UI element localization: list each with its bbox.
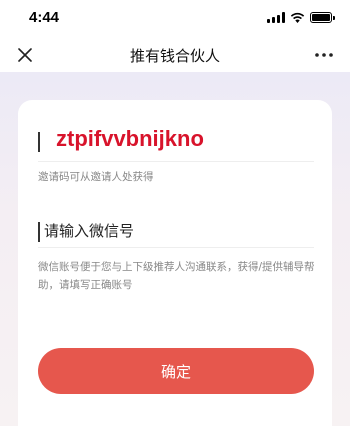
wechat-id-input[interactable]: 请输入微信号 [38, 212, 314, 248]
signal-icon [267, 12, 285, 23]
confirm-button[interactable]: 确定 [38, 348, 314, 394]
more-icon [315, 53, 333, 57]
form-card: ztpifvvbnijkno 邀请码可从邀请人处获得 请输入微信号 微信账号便于… [18, 100, 332, 426]
wechat-id-hint: 微信账号便于您与上下级推荐人沟通联系，获得/提供辅导帮助，请填写正确账号 [38, 261, 315, 291]
invite-code-value: ztpifvvbnijkno [56, 126, 204, 151]
battery-icon [310, 12, 335, 23]
nav-bar: 推有钱合伙人 [0, 38, 350, 72]
wechat-id-placeholder: 请输入微信号 [44, 222, 135, 240]
invite-code-hint: 邀请码可从邀请人处获得 [38, 171, 154, 183]
status-icons [267, 12, 335, 23]
more-button[interactable] [312, 44, 336, 66]
status-bar: 4:44 [0, 0, 350, 38]
text-cursor [38, 132, 40, 152]
wifi-icon [290, 12, 305, 23]
text-cursor [38, 222, 40, 242]
invite-code-field[interactable]: ztpifvvbnijkno [38, 124, 314, 162]
page-title: 推有钱合伙人 [129, 47, 220, 65]
status-time: 4:44 [29, 9, 60, 26]
